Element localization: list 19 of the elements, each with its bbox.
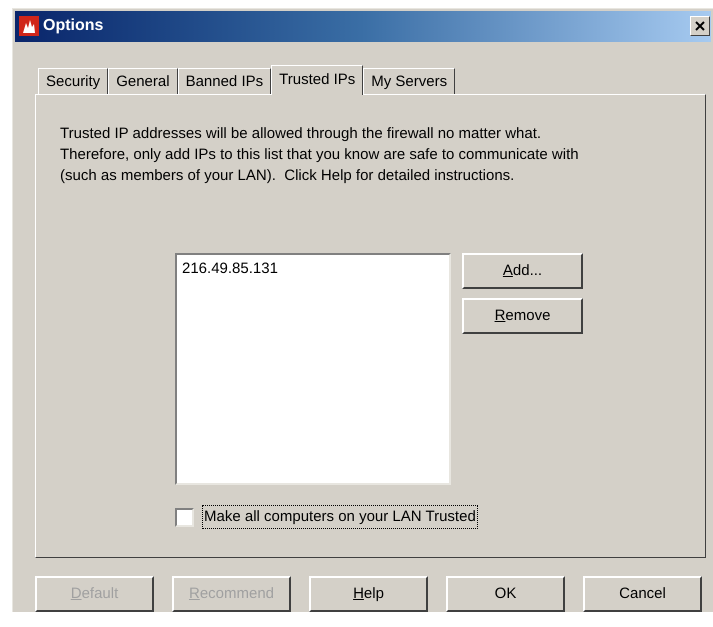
description-text: Trusted IP addresses will be allowed through the firewall no matter what. Therefore, only add IPs to this list that you know are safe to communicate with (such as members of your LAN). Click Help for detailed instructions. bbox=[60, 124, 579, 186]
list-item[interactable]: 216.49.85.131 bbox=[182, 258, 278, 280]
dialog-button[interactable]: OK bbox=[446, 576, 565, 612]
checkbox[interactable] bbox=[175, 508, 194, 527]
ip-list-box[interactable]: 216.49.85.131 bbox=[175, 252, 451, 485]
list-button[interactable]: Add... bbox=[462, 252, 583, 289]
close-button[interactable] bbox=[690, 16, 710, 36]
checkbox-label[interactable]: Make all computers on your LAN Trusted bbox=[202, 504, 478, 530]
tab[interactable]: General bbox=[108, 68, 178, 94]
tab[interactable]: Banned IPs bbox=[178, 68, 272, 94]
close-icon bbox=[695, 21, 705, 32]
list-button[interactable]: Remove bbox=[462, 298, 583, 334]
dialog-button[interactable]: Cancel bbox=[583, 576, 702, 612]
flame-icon bbox=[19, 16, 39, 36]
tab[interactable]: Security bbox=[38, 68, 108, 94]
tab[interactable]: Trusted IPs bbox=[271, 64, 364, 95]
dialog-button[interactable]: Help bbox=[309, 576, 428, 612]
window-title: Options bbox=[43, 16, 104, 36]
tab[interactable]: My Servers bbox=[363, 68, 456, 94]
